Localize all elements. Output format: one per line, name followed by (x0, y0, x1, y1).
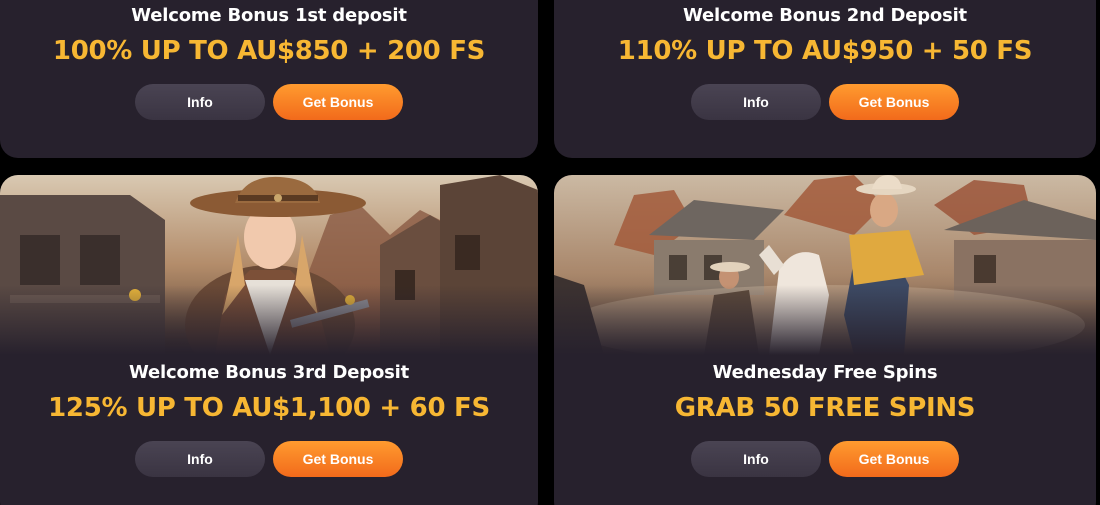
bonus-card: Wednesday Free Spins GRAB 50 FREE SPINS … (554, 175, 1096, 505)
get-bonus-button[interactable]: Get Bonus (829, 84, 959, 120)
bonus-card: Welcome Bonus 2nd Deposit 110% UP TO AU$… (554, 0, 1096, 158)
cowgirl-illustration (0, 175, 538, 355)
info-button[interactable]: Info (691, 441, 821, 477)
bonus-card-body: Welcome Bonus 1st deposit 100% UP TO AU$… (0, 4, 538, 120)
bonus-card-body: Welcome Bonus 3rd Deposit 125% UP TO AU$… (0, 361, 538, 477)
bonus-card-body: Welcome Bonus 2nd Deposit 110% UP TO AU$… (554, 4, 1096, 120)
info-button[interactable]: Info (135, 441, 265, 477)
bonus-card: Welcome Bonus 1st deposit 100% UP TO AU$… (0, 0, 538, 158)
bonus-title: Welcome Bonus 3rd Deposit (129, 362, 409, 383)
bonus-actions: Info Get Bonus (554, 84, 1096, 120)
image-fade-overlay (554, 285, 1096, 355)
bonus-title: Wednesday Free Spins (712, 362, 938, 383)
info-button[interactable]: Info (691, 84, 821, 120)
bonus-actions: Info Get Bonus (0, 84, 538, 120)
get-bonus-button[interactable]: Get Bonus (273, 84, 403, 120)
bonus-card-body: Wednesday Free Spins GRAB 50 FREE SPINS … (554, 361, 1096, 477)
get-bonus-button[interactable]: Get Bonus (829, 441, 959, 477)
promotions-grid: Welcome Bonus 1st deposit 100% UP TO AU$… (0, 0, 1100, 505)
bonus-card: Welcome Bonus 3rd Deposit 125% UP TO AU$… (0, 175, 538, 505)
bonus-actions: Info Get Bonus (554, 441, 1096, 477)
bonus-offer: 100% UP TO AU$850 + 200 FS (52, 36, 486, 66)
bonus-offer: 110% UP TO AU$950 + 50 FS (617, 36, 1033, 66)
bonus-title: Welcome Bonus 1st deposit (131, 5, 407, 26)
image-fade-overlay (0, 285, 538, 355)
bonus-actions: Info Get Bonus (0, 441, 538, 477)
get-bonus-button[interactable]: Get Bonus (273, 441, 403, 477)
bonus-offer: 125% UP TO AU$1,100 + 60 FS (48, 393, 490, 423)
cowboys-illustration (554, 175, 1096, 355)
bonus-title: Welcome Bonus 2nd Deposit (683, 5, 967, 26)
info-button[interactable]: Info (135, 84, 265, 120)
bonus-offer: GRAB 50 FREE SPINS (674, 393, 976, 423)
